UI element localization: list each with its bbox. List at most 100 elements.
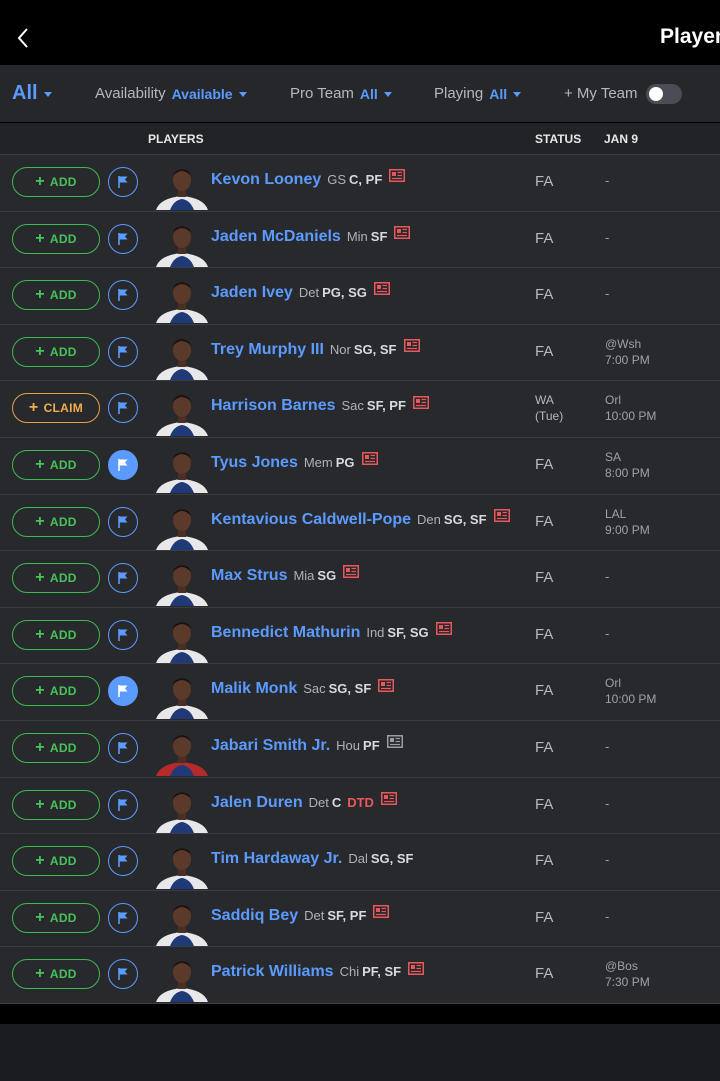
watchlist-flag-button[interactable]	[108, 959, 138, 990]
news-icon[interactable]	[493, 508, 510, 527]
injury-status-badge: DTD	[347, 794, 374, 810]
news-icon[interactable]	[435, 622, 452, 640]
player-headshot	[152, 217, 212, 267]
player-position: SF, SG	[387, 624, 429, 640]
add-button[interactable]: + ADD	[12, 732, 100, 763]
plus-icon: +	[35, 512, 45, 530]
status-value: FA	[535, 852, 554, 870]
watchlist-flag-button[interactable]	[108, 619, 138, 650]
game-opponent: -	[605, 286, 610, 302]
my-team-toggle[interactable]	[645, 83, 682, 104]
add-button[interactable]: + ADD	[12, 619, 100, 650]
news-icon[interactable]	[361, 452, 378, 470]
watchlist-flag-button[interactable]	[108, 449, 138, 480]
news-icon[interactable]	[403, 339, 420, 357]
game-opponent: LAL	[605, 506, 627, 521]
player-name-link[interactable]: Jabari Smith Jr. Hou PF	[211, 735, 403, 755]
news-icon[interactable]	[378, 678, 395, 697]
action-label: ADD	[49, 910, 77, 925]
playing-filter-dropdown[interactable]: Playing All	[434, 65, 522, 122]
player-team: Det	[304, 907, 325, 923]
news-icon[interactable]	[408, 961, 425, 980]
player-name-link[interactable]: Trey Murphy III Nor SG, SF	[211, 339, 420, 359]
watchlist-flag-button[interactable]	[108, 846, 138, 877]
column-date[interactable]: JAN 9	[604, 132, 638, 146]
add-button[interactable]: + ADD	[12, 676, 100, 707]
status-detail: (Tue)	[535, 409, 564, 424]
game-time: 10:00 PM	[605, 409, 657, 424]
player-name: Trey Murphy III	[211, 340, 324, 358]
player-name-link[interactable]: Kevon Looney GS C, PF	[211, 169, 406, 189]
player-name: Max Strus	[211, 567, 288, 585]
add-button[interactable]: + ADD	[12, 902, 100, 933]
plus-icon: +	[35, 908, 45, 926]
watchlist-flag-button[interactable]	[108, 902, 138, 933]
player-name-link[interactable]: Jaden McDaniels Min SF	[211, 225, 411, 246]
claim-button[interactable]: + CLAIM	[12, 393, 100, 424]
watchlist-flag-button[interactable]	[108, 223, 138, 254]
game-opponent: -	[605, 569, 610, 585]
player-name-link[interactable]: Patrick Williams Chi PF, SF	[211, 961, 425, 981]
watchlist-flag-button[interactable]	[108, 393, 138, 424]
my-team-filter: + My Team	[564, 65, 682, 122]
watchlist-flag-button[interactable]	[108, 676, 138, 707]
game-opponent: @Wsh	[605, 336, 642, 351]
game-cell: SA 8:00 PM	[605, 449, 650, 481]
news-icon[interactable]	[412, 395, 429, 414]
column-players[interactable]: PLAYERS	[148, 132, 204, 146]
watchlist-flag-button[interactable]	[108, 789, 138, 820]
all-filter-dropdown[interactable]: All	[12, 65, 52, 122]
player-name-link[interactable]: Tyus Jones Mem PG	[211, 452, 378, 472]
availability-filter-dropdown[interactable]: Availability Available	[95, 65, 247, 122]
watchlist-flag-button[interactable]	[108, 732, 138, 763]
player-position: SG, SF	[370, 851, 414, 867]
flag-icon	[118, 232, 128, 245]
player-name: Jaden Ivey	[211, 284, 293, 302]
news-icon[interactable]	[386, 735, 403, 753]
player-name-link[interactable]: Jalen Duren Det C DTD	[211, 791, 397, 812]
add-button[interactable]: + ADD	[12, 959, 100, 990]
flag-icon	[118, 685, 128, 698]
watchlist-flag-button[interactable]	[108, 563, 138, 594]
player-name-link[interactable]: Max Strus Mia SG	[211, 565, 360, 585]
add-button[interactable]: + ADD	[12, 223, 100, 254]
action-label: ADD	[49, 571, 77, 586]
flag-icon	[118, 741, 128, 754]
player-name-link[interactable]: Malik Monk Sac SG, SF	[211, 678, 395, 698]
add-button[interactable]: + ADD	[12, 506, 100, 537]
player-name-link[interactable]: Saddiq Bey Det SF, PF	[211, 904, 390, 925]
news-icon[interactable]	[373, 282, 390, 300]
player-name-link[interactable]: Tim Hardaway Jr. Dal SG, SF	[211, 850, 413, 868]
news-icon[interactable]	[389, 169, 406, 187]
player-name-link[interactable]: Bennedict Mathurin Ind SF, SG	[211, 622, 452, 642]
column-status[interactable]: STATUS	[535, 132, 581, 146]
flag-icon	[118, 855, 128, 868]
news-icon[interactable]	[394, 225, 411, 244]
add-button[interactable]: + ADD	[12, 449, 100, 480]
player-name: Bennedict Mathurin	[211, 623, 361, 641]
pro-team-filter-dropdown[interactable]: Pro Team All	[290, 65, 392, 122]
action-label: ADD	[49, 288, 77, 303]
news-icon[interactable]	[373, 904, 390, 923]
player-name: Harrison Barnes	[211, 397, 336, 415]
player-name-link[interactable]: Jaden Ivey Det PG, SG	[211, 282, 390, 302]
player-name-link[interactable]: Harrison Barnes Sac SF, PF	[211, 395, 429, 415]
player-name: Jalen Duren	[211, 793, 303, 811]
game-opponent: -	[605, 795, 610, 811]
add-button[interactable]: + ADD	[12, 336, 100, 367]
add-button[interactable]: + ADD	[12, 167, 100, 197]
news-icon[interactable]	[380, 791, 397, 810]
add-button[interactable]: + ADD	[12, 789, 100, 820]
player-name-link[interactable]: Kentavious Caldwell-Pope Den SG, SF	[211, 508, 510, 529]
back-chevron-icon[interactable]	[12, 24, 34, 52]
add-button[interactable]: + ADD	[12, 563, 100, 594]
news-icon[interactable]	[343, 565, 360, 583]
watchlist-flag-button[interactable]	[108, 336, 138, 367]
add-button[interactable]: + ADD	[12, 846, 100, 877]
watchlist-flag-button[interactable]	[108, 280, 138, 311]
add-button[interactable]: + ADD	[12, 280, 100, 311]
table-row: + ADD Jalen Duren Det C DTD FA -	[0, 777, 720, 835]
player-position: SG	[317, 568, 337, 584]
watchlist-flag-button[interactable]	[108, 506, 138, 537]
watchlist-flag-button[interactable]	[108, 167, 138, 197]
